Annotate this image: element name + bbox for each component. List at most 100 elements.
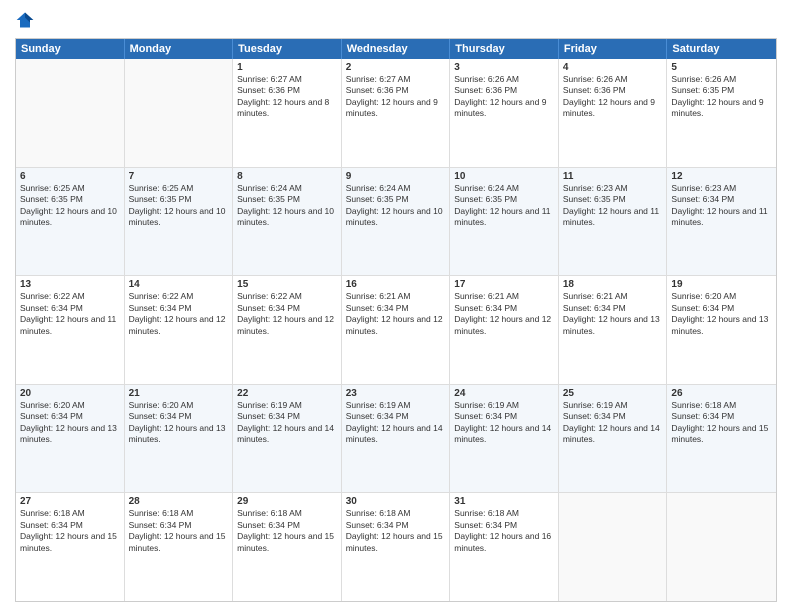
day-number: 29 bbox=[237, 496, 337, 507]
day-number: 3 bbox=[454, 62, 554, 73]
day-number: 6 bbox=[20, 171, 120, 182]
day-info: Sunrise: 6:23 AM Sunset: 6:34 PM Dayligh… bbox=[671, 183, 772, 229]
calendar-week-5: 27Sunrise: 6:18 AM Sunset: 6:34 PM Dayli… bbox=[16, 493, 776, 601]
day-info: Sunrise: 6:25 AM Sunset: 6:35 PM Dayligh… bbox=[20, 183, 120, 229]
day-cell-13: 13Sunrise: 6:22 AM Sunset: 6:34 PM Dayli… bbox=[16, 276, 125, 384]
day-number: 19 bbox=[671, 279, 772, 290]
day-number: 20 bbox=[20, 388, 120, 399]
day-cell-20: 20Sunrise: 6:20 AM Sunset: 6:34 PM Dayli… bbox=[16, 385, 125, 493]
day-info: Sunrise: 6:22 AM Sunset: 6:34 PM Dayligh… bbox=[20, 291, 120, 337]
day-number: 4 bbox=[563, 62, 663, 73]
day-number: 26 bbox=[671, 388, 772, 399]
day-cell-10: 10Sunrise: 6:24 AM Sunset: 6:35 PM Dayli… bbox=[450, 168, 559, 276]
day-cell-27: 27Sunrise: 6:18 AM Sunset: 6:34 PM Dayli… bbox=[16, 493, 125, 601]
logo bbox=[15, 10, 39, 30]
day-number: 11 bbox=[563, 171, 663, 182]
empty-cell bbox=[16, 59, 125, 167]
day-info: Sunrise: 6:18 AM Sunset: 6:34 PM Dayligh… bbox=[20, 508, 120, 554]
day-number: 12 bbox=[671, 171, 772, 182]
day-number: 28 bbox=[129, 496, 229, 507]
day-info: Sunrise: 6:27 AM Sunset: 6:36 PM Dayligh… bbox=[346, 74, 446, 120]
day-cell-31: 31Sunrise: 6:18 AM Sunset: 6:34 PM Dayli… bbox=[450, 493, 559, 601]
header-day-saturday: Saturday bbox=[667, 39, 776, 59]
day-cell-17: 17Sunrise: 6:21 AM Sunset: 6:34 PM Dayli… bbox=[450, 276, 559, 384]
day-cell-7: 7Sunrise: 6:25 AM Sunset: 6:35 PM Daylig… bbox=[125, 168, 234, 276]
day-cell-5: 5Sunrise: 6:26 AM Sunset: 6:35 PM Daylig… bbox=[667, 59, 776, 167]
day-cell-23: 23Sunrise: 6:19 AM Sunset: 6:34 PM Dayli… bbox=[342, 385, 451, 493]
day-info: Sunrise: 6:18 AM Sunset: 6:34 PM Dayligh… bbox=[129, 508, 229, 554]
day-number: 21 bbox=[129, 388, 229, 399]
day-info: Sunrise: 6:20 AM Sunset: 6:34 PM Dayligh… bbox=[20, 400, 120, 446]
day-info: Sunrise: 6:22 AM Sunset: 6:34 PM Dayligh… bbox=[129, 291, 229, 337]
day-info: Sunrise: 6:21 AM Sunset: 6:34 PM Dayligh… bbox=[346, 291, 446, 337]
empty-cell bbox=[667, 493, 776, 601]
day-number: 2 bbox=[346, 62, 446, 73]
day-cell-26: 26Sunrise: 6:18 AM Sunset: 6:34 PM Dayli… bbox=[667, 385, 776, 493]
day-number: 24 bbox=[454, 388, 554, 399]
day-number: 13 bbox=[20, 279, 120, 290]
day-info: Sunrise: 6:18 AM Sunset: 6:34 PM Dayligh… bbox=[671, 400, 772, 446]
day-info: Sunrise: 6:19 AM Sunset: 6:34 PM Dayligh… bbox=[454, 400, 554, 446]
day-cell-28: 28Sunrise: 6:18 AM Sunset: 6:34 PM Dayli… bbox=[125, 493, 234, 601]
day-info: Sunrise: 6:18 AM Sunset: 6:34 PM Dayligh… bbox=[454, 508, 554, 554]
header-day-wednesday: Wednesday bbox=[342, 39, 451, 59]
day-info: Sunrise: 6:22 AM Sunset: 6:34 PM Dayligh… bbox=[237, 291, 337, 337]
day-info: Sunrise: 6:18 AM Sunset: 6:34 PM Dayligh… bbox=[346, 508, 446, 554]
day-info: Sunrise: 6:24 AM Sunset: 6:35 PM Dayligh… bbox=[237, 183, 337, 229]
calendar-week-4: 20Sunrise: 6:20 AM Sunset: 6:34 PM Dayli… bbox=[16, 385, 776, 494]
day-cell-8: 8Sunrise: 6:24 AM Sunset: 6:35 PM Daylig… bbox=[233, 168, 342, 276]
day-number: 1 bbox=[237, 62, 337, 73]
page: SundayMondayTuesdayWednesdayThursdayFrid… bbox=[0, 0, 792, 612]
day-cell-2: 2Sunrise: 6:27 AM Sunset: 6:36 PM Daylig… bbox=[342, 59, 451, 167]
day-info: Sunrise: 6:26 AM Sunset: 6:36 PM Dayligh… bbox=[454, 74, 554, 120]
day-number: 31 bbox=[454, 496, 554, 507]
empty-cell bbox=[559, 493, 668, 601]
header-day-tuesday: Tuesday bbox=[233, 39, 342, 59]
empty-cell bbox=[125, 59, 234, 167]
day-cell-11: 11Sunrise: 6:23 AM Sunset: 6:35 PM Dayli… bbox=[559, 168, 668, 276]
day-info: Sunrise: 6:18 AM Sunset: 6:34 PM Dayligh… bbox=[237, 508, 337, 554]
header-day-sunday: Sunday bbox=[16, 39, 125, 59]
calendar-week-2: 6Sunrise: 6:25 AM Sunset: 6:35 PM Daylig… bbox=[16, 168, 776, 277]
day-info: Sunrise: 6:21 AM Sunset: 6:34 PM Dayligh… bbox=[563, 291, 663, 337]
day-info: Sunrise: 6:26 AM Sunset: 6:35 PM Dayligh… bbox=[671, 74, 772, 120]
day-info: Sunrise: 6:23 AM Sunset: 6:35 PM Dayligh… bbox=[563, 183, 663, 229]
day-cell-3: 3Sunrise: 6:26 AM Sunset: 6:36 PM Daylig… bbox=[450, 59, 559, 167]
day-cell-1: 1Sunrise: 6:27 AM Sunset: 6:36 PM Daylig… bbox=[233, 59, 342, 167]
day-cell-16: 16Sunrise: 6:21 AM Sunset: 6:34 PM Dayli… bbox=[342, 276, 451, 384]
day-info: Sunrise: 6:26 AM Sunset: 6:36 PM Dayligh… bbox=[563, 74, 663, 120]
day-number: 25 bbox=[563, 388, 663, 399]
day-number: 10 bbox=[454, 171, 554, 182]
calendar-header: SundayMondayTuesdayWednesdayThursdayFrid… bbox=[16, 39, 776, 59]
calendar: SundayMondayTuesdayWednesdayThursdayFrid… bbox=[15, 38, 777, 602]
day-number: 16 bbox=[346, 279, 446, 290]
header-day-thursday: Thursday bbox=[450, 39, 559, 59]
calendar-week-1: 1Sunrise: 6:27 AM Sunset: 6:36 PM Daylig… bbox=[16, 59, 776, 168]
day-number: 22 bbox=[237, 388, 337, 399]
day-cell-25: 25Sunrise: 6:19 AM Sunset: 6:34 PM Dayli… bbox=[559, 385, 668, 493]
day-info: Sunrise: 6:20 AM Sunset: 6:34 PM Dayligh… bbox=[671, 291, 772, 337]
header-day-friday: Friday bbox=[559, 39, 668, 59]
day-number: 9 bbox=[346, 171, 446, 182]
day-number: 27 bbox=[20, 496, 120, 507]
day-cell-9: 9Sunrise: 6:24 AM Sunset: 6:35 PM Daylig… bbox=[342, 168, 451, 276]
day-info: Sunrise: 6:24 AM Sunset: 6:35 PM Dayligh… bbox=[454, 183, 554, 229]
day-number: 5 bbox=[671, 62, 772, 73]
day-number: 30 bbox=[346, 496, 446, 507]
day-cell-6: 6Sunrise: 6:25 AM Sunset: 6:35 PM Daylig… bbox=[16, 168, 125, 276]
day-info: Sunrise: 6:24 AM Sunset: 6:35 PM Dayligh… bbox=[346, 183, 446, 229]
day-cell-15: 15Sunrise: 6:22 AM Sunset: 6:34 PM Dayli… bbox=[233, 276, 342, 384]
day-number: 14 bbox=[129, 279, 229, 290]
day-cell-30: 30Sunrise: 6:18 AM Sunset: 6:34 PM Dayli… bbox=[342, 493, 451, 601]
day-info: Sunrise: 6:25 AM Sunset: 6:35 PM Dayligh… bbox=[129, 183, 229, 229]
day-info: Sunrise: 6:19 AM Sunset: 6:34 PM Dayligh… bbox=[563, 400, 663, 446]
day-info: Sunrise: 6:19 AM Sunset: 6:34 PM Dayligh… bbox=[237, 400, 337, 446]
day-number: 23 bbox=[346, 388, 446, 399]
day-number: 8 bbox=[237, 171, 337, 182]
day-cell-12: 12Sunrise: 6:23 AM Sunset: 6:34 PM Dayli… bbox=[667, 168, 776, 276]
calendar-week-3: 13Sunrise: 6:22 AM Sunset: 6:34 PM Dayli… bbox=[16, 276, 776, 385]
day-number: 17 bbox=[454, 279, 554, 290]
day-info: Sunrise: 6:21 AM Sunset: 6:34 PM Dayligh… bbox=[454, 291, 554, 337]
header bbox=[15, 10, 777, 30]
day-info: Sunrise: 6:27 AM Sunset: 6:36 PM Dayligh… bbox=[237, 74, 337, 120]
